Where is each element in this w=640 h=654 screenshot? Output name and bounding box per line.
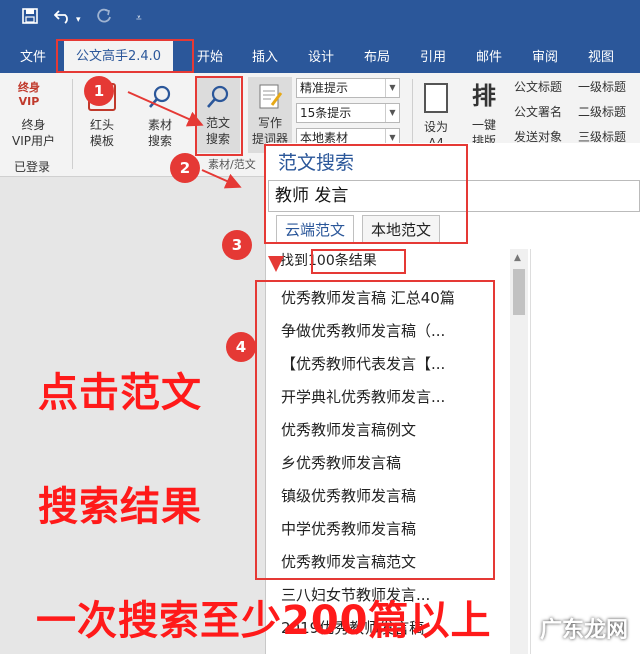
menu-home[interactable]: 开始: [197, 46, 223, 65]
typeset-label-1: 一键: [472, 118, 497, 132]
annotation-search-results: 搜索结果: [38, 484, 202, 530]
vip-user-button[interactable]: 终身 VIP用户: [12, 117, 55, 149]
menu-design[interactable]: 设计: [308, 46, 334, 65]
title-bar: ▾ ⩡: [0, 0, 640, 37]
menu-layout[interactable]: 布局: [364, 46, 390, 65]
page-icon: [424, 83, 448, 113]
login-status: 已登录: [14, 160, 51, 174]
hint-count-value: 15条提示: [300, 106, 352, 120]
writing-label-1: 写作: [257, 116, 282, 130]
highlight-result-count: [311, 249, 406, 274]
typeset-glyph: 排: [472, 82, 496, 110]
material-search-label-2: 搜索: [147, 134, 172, 148]
step-4-marker: 4: [226, 332, 256, 362]
style-heading-1[interactable]: 一级标题: [578, 79, 626, 95]
hint-mode-select[interactable]: 精准提示 ▼: [296, 78, 400, 98]
hint-mode-value: 精准提示: [300, 81, 349, 95]
customize-icon[interactable]: ⩡: [136, 10, 142, 28]
preview-pane: [530, 249, 640, 654]
undo-icon[interactable]: [53, 8, 72, 28]
result-prefix: 找到: [280, 253, 308, 269]
one-click-typeset-button[interactable]: 排 一键 排版: [472, 81, 496, 149]
style-doc-title[interactable]: 公文标题: [514, 79, 562, 95]
results-scrollbar[interactable]: ▲: [510, 249, 528, 654]
step-2-marker: 2: [170, 153, 200, 183]
vip-user-label-1: 终身: [21, 118, 46, 132]
menu-references[interactable]: 引用: [420, 46, 446, 65]
menu-review[interactable]: 审阅: [532, 46, 558, 65]
undo-dropdown-icon[interactable]: ▾: [76, 11, 81, 29]
style-heading-2[interactable]: 二级标题: [578, 104, 626, 120]
menu-view[interactable]: 视图: [588, 46, 614, 65]
annotation-bulk-search: 一次搜索至少200篇以上: [36, 598, 492, 644]
notepad-icon: [257, 83, 283, 111]
material-search-label-1: 素材: [147, 118, 172, 132]
redo-icon[interactable]: [96, 8, 112, 28]
scroll-thumb[interactable]: [513, 269, 525, 315]
chevron-down-icon: ▼: [385, 104, 399, 122]
set-a4-label-1: 设为: [424, 120, 449, 134]
vip-badge-text: 终身: [18, 81, 40, 94]
annotation-click-sample: 点击范文: [38, 370, 202, 416]
vip-user-label-2: VIP用户: [12, 134, 55, 148]
step-1-marker: 1: [84, 76, 114, 106]
highlight-sample-search-button: [195, 76, 243, 156]
step-3-marker: 3: [222, 230, 252, 260]
red-template-label-1: 红头: [89, 118, 114, 132]
save-icon[interactable]: [22, 8, 38, 28]
style-doc-signature[interactable]: 公文署名: [514, 104, 562, 120]
watermark: 广东龙网: [539, 618, 628, 643]
menu-insert[interactable]: 插入: [252, 46, 278, 65]
red-template-label-2: 模板: [89, 134, 114, 148]
menu-mailings[interactable]: 邮件: [476, 46, 502, 65]
ribbon-separator: [72, 79, 73, 169]
vip-badge-vip: VIP: [18, 95, 40, 108]
highlight-results: [255, 280, 495, 580]
set-a4-button[interactable]: 设为 A4: [424, 83, 448, 151]
writing-prompter-button[interactable]: 写作 提词器: [248, 77, 292, 153]
ribbon-group-label: 素材/范文: [208, 158, 256, 171]
hint-count-select[interactable]: 15条提示 ▼: [296, 103, 400, 123]
magnifier-icon: [146, 83, 174, 111]
chevron-down-icon: ▼: [385, 79, 399, 97]
highlight-search-box: [264, 144, 468, 244]
scroll-up-icon[interactable]: ▲: [514, 253, 521, 263]
vip-badge: 终身 VIP: [18, 81, 40, 109]
material-search-button[interactable]: 素材 搜索: [146, 83, 174, 149]
menu-file[interactable]: 文件: [20, 46, 46, 65]
highlight-menu-tab: [56, 39, 194, 73]
